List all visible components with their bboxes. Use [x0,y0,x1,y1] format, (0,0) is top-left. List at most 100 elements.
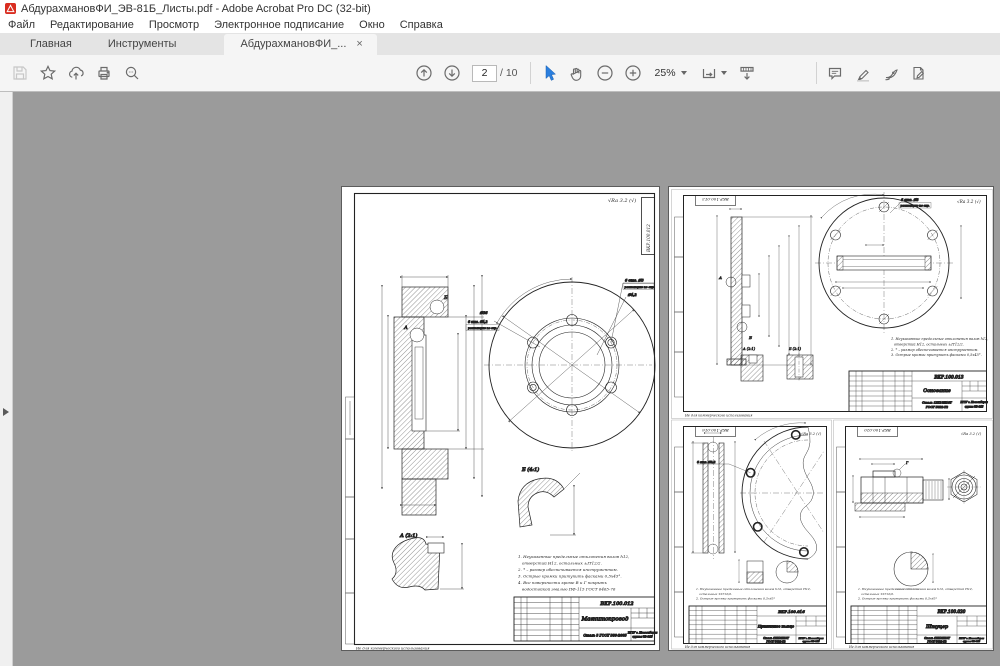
svg-text:3. Острые кромки притупить фас: 3. Острые кромки притупить фасками 0,5х4… [518,574,622,579]
technical-notes: 1. Неуказанные предельные отклонения вал… [857,587,973,601]
detail-views: А (2:1) Б (2:1) [741,347,813,381]
select-tool-icon [540,64,558,82]
expand-panel-icon[interactable] [3,408,9,416]
hand-tool-button[interactable] [563,60,591,86]
search-button[interactable] [118,60,146,86]
title-block: ВКР.100.013 Основание Сталь 12Х18Н10Т ГО… [849,371,988,412]
zoom-out-button[interactable] [591,60,619,86]
toolbar-divider [530,62,531,84]
technical-notes: 1. Неуказанные предельные отклонения вал… [695,587,811,601]
watermark-text: Не для коммерческого использования [684,414,752,418]
window-titlebar: АбдурахмановФИ_ЭВ-81Б_Листы.pdf - Adobe … [0,0,1000,17]
detail-b-label: Б (4:1) [521,466,539,473]
corner-code-stamp: ВКР.100.020 [864,428,892,433]
menu-bar: Файл Редактирование Просмотр Электронное… [0,17,1000,33]
tab-home[interactable]: Главная [12,34,90,55]
callout-g-label: Г [905,461,909,465]
detail-view-a: А (2:1) [392,532,464,590]
svg-text:2. Острые кромки притупить фас: 2. Острые кромки притупить фасками 0,5х4… [695,597,776,601]
previous-page-button[interactable] [410,60,438,86]
svg-text:остальных ±IT12/2.: остальных ±IT12/2. [861,592,894,596]
menu-view[interactable]: Просмотр [149,19,199,31]
share-button[interactable] [62,60,90,86]
edit-pdf-icon [910,64,928,82]
watermark-text: Не для коммерческого использования [355,647,430,651]
org-line2: группа ЭВ-81Б [802,640,819,643]
roughness-mark: √Ra 3.2 (√) [801,432,822,436]
print-button[interactable] [90,60,118,86]
drawing-material-1: Сталь 12Х18Н10Т [924,636,950,640]
svg-text:водостойкой эмалью ПФ-115 ГОСТ: водостойкой эмалью ПФ-115 ГОСТ 6465-76 [522,587,616,592]
menu-help[interactable]: Справка [400,19,443,31]
menu-esign[interactable]: Электронное подписание [214,19,344,31]
svg-text:2. * – размер обеспечивается и: 2. * – размер обеспечивается инструменто… [517,567,618,572]
drawing-material-1: Сталь 12Х18Н10Т [763,636,789,640]
zoom-in-button[interactable] [619,60,647,86]
menu-window[interactable]: Окно [359,19,385,31]
print-icon [95,64,113,82]
tab-bar: Главная Инструменты АбдурахмановФИ_... × [0,33,1000,55]
technical-notes: 1. Неуказанные предельные отклонения вал… [890,337,988,357]
subsheet-shtucer: ВКР.100.020 √Ra 3.2 (√) Г [834,420,993,649]
detail-views [739,561,798,583]
hand-tool-icon [568,64,586,82]
org-line1: НГТУ г. Новосибирск [627,631,658,635]
toolbar-divider [816,62,817,84]
select-tool-button[interactable] [535,60,563,86]
fit-page-dropdown[interactable] [695,60,733,86]
fill-sign-icon [882,64,900,82]
next-page-button[interactable] [438,60,466,86]
document-viewer: ВКР.100.012 √Ra 3.2 (√) [0,92,1000,666]
fill-sign-button[interactable] [877,60,905,86]
page-number-input[interactable]: 2 [472,65,497,82]
save-button[interactable] [6,60,34,86]
callout-b-label: Б [443,295,448,301]
tab-close-icon[interactable]: × [356,39,362,49]
detail-view-b: Б (4:1) [518,466,580,535]
save-icon [11,64,29,82]
watermark-text: Не для коммерческого использования [684,645,750,649]
tab-document-label: АбдурахмановФИ_... [240,38,346,50]
star-icon [39,64,57,82]
drawing-title: Прижимное кольцо [757,625,794,629]
edit-pdf-button[interactable] [905,60,933,86]
holes2-callout: 6 отв. Ø4,2 [468,319,488,324]
zoom-level-dropdown[interactable]: 25% [647,67,695,79]
tab-document[interactable]: АбдурахмановФИ_... × [224,34,376,55]
highlight-button[interactable] [849,60,877,86]
subsheet-ring: ВКР.100.016 √Ra 3.2 (√) [672,420,832,649]
front-view: 6 отв. Ø3 равномерно по окр. Ø4,2 Ø36 6 … [466,277,655,453]
d42-callout: Ø4,2 [627,292,637,297]
corner-code-stamp: ВКР.100.013 [702,197,730,202]
drawing-title: Основание [923,388,951,394]
title-block: ВКР.100.012 Магнитопровод Сталь 3 ГОСТ 3… [514,597,658,641]
pdf-page-1: ВКР.100.012 √Ra 3.2 (√) [341,186,660,651]
org-line2: группа ЭВ-81Б [965,406,984,409]
drawing-magnitoprovod: ВКР.100.012 √Ra 3.2 (√) [342,187,661,652]
drawing-code: ВКР.100.020 [937,609,966,614]
drawing-material-2: ГОСТ 5632-72 [765,639,786,643]
title-block: ВКР.100.016 Прижимное кольцо Сталь 12Х18… [689,606,827,644]
title-block: ВКР.100.020 Штуцер Сталь 12Х18Н10Т ГОСТ … [851,606,987,644]
drawing-code: ВКР.100.013 [933,376,963,381]
navigation-pane-collapsed[interactable] [0,92,13,666]
menu-file[interactable]: Файл [8,19,35,31]
window-title: АбдурахмановФИ_ЭВ-81Б_Листы.pdf - Adobe … [21,3,371,15]
evenly-callout: равномерно по окр. [901,204,930,208]
org-line2: группа ЭВ-81Б [632,635,652,639]
org-line2: группа ЭВ-81Б [963,640,980,643]
svg-text:отверстий H12, остальных ±IT12: отверстий H12, остальных ±IT12/2. [522,561,602,566]
zoom-in-icon [624,64,642,82]
holes-callout: 6 отв. Ø3 [901,197,919,202]
page-total-label: / 10 [500,67,518,79]
acrobat-pdf-icon [5,3,16,14]
star-button[interactable] [34,60,62,86]
section-view: Г [853,459,949,517]
menu-edit[interactable]: Редактирование [50,19,134,31]
fit-width-button[interactable] [733,60,761,86]
tab-tools[interactable]: Инструменты [90,34,195,55]
svg-text:3. Острые кромки притупить фас: 3. Острые кромки притупить фасками 0,5х4… [891,353,982,357]
comment-button[interactable] [821,60,849,86]
d36-callout: Ø36 [479,310,488,315]
org-line1: НГТУ г. Новосибирск [959,401,988,404]
